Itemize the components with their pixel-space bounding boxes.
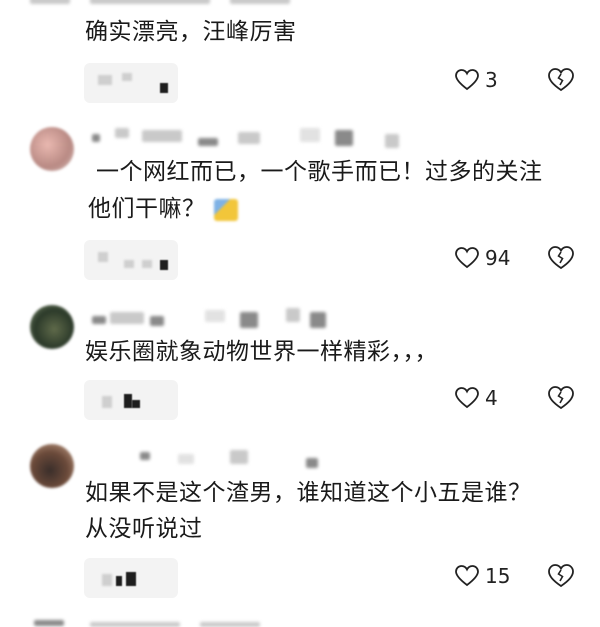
comment-text: 娱乐圈就象动物世界一样精彩，，，	[85, 339, 438, 365]
like-count: 3	[485, 68, 498, 92]
heart-outline-icon	[455, 247, 479, 269]
comment-text: 一个网红而已，一个歌手而已！过多的关注	[96, 159, 543, 185]
like-button[interactable]: 15	[455, 564, 510, 588]
avatar[interactable]	[30, 305, 74, 349]
like-count: 15	[485, 564, 511, 588]
previous-comment-header-clipped	[30, 0, 330, 6]
comment-text: 确实漂亮，汪峰厉害	[85, 19, 297, 45]
avatar[interactable]	[30, 127, 74, 171]
heart-outline-icon	[455, 387, 479, 409]
broken-heart-icon[interactable]	[548, 68, 574, 92]
heart-outline-icon	[455, 565, 479, 587]
comment-text: 如果不是这个渣男，谁知道这个小五是谁？	[85, 480, 532, 506]
reply-button[interactable]	[84, 240, 178, 280]
comment-text: 从没听说过	[85, 516, 203, 542]
next-comment-clipped	[30, 614, 290, 627]
like-count: 94	[485, 246, 511, 270]
like-button[interactable]: 4	[455, 386, 498, 410]
broken-heart-icon[interactable]	[548, 246, 574, 270]
like-button[interactable]: 3	[455, 68, 498, 92]
emoji-sticker-icon	[213, 198, 238, 221]
comment-text: 他们干嘛？	[88, 191, 238, 228]
broken-heart-icon[interactable]	[548, 564, 574, 588]
like-button[interactable]: 94	[455, 246, 510, 270]
reply-button[interactable]	[84, 63, 178, 103]
reply-button[interactable]	[84, 380, 178, 420]
avatar[interactable]	[30, 444, 74, 488]
broken-heart-icon[interactable]	[548, 386, 574, 410]
reply-button[interactable]	[84, 558, 178, 598]
heart-outline-icon	[455, 69, 479, 91]
like-count: 4	[485, 386, 498, 410]
